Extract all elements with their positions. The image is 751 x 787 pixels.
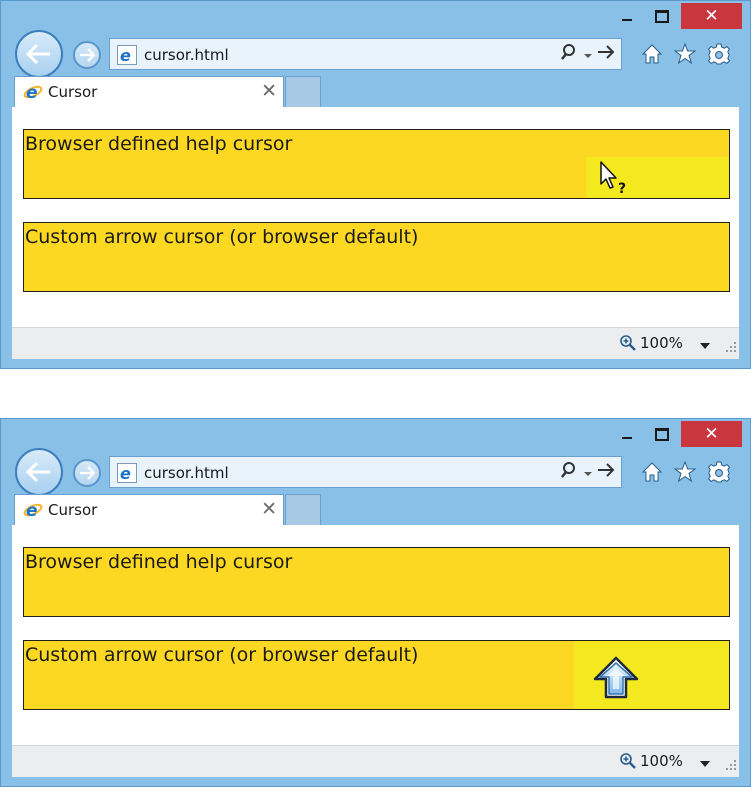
close-icon: ✕ (704, 5, 719, 26)
zoom-dropdown-icon[interactable] (699, 754, 711, 773)
close-window-button[interactable]: ✕ (681, 3, 742, 29)
svg-text:?: ? (618, 181, 626, 196)
forward-button[interactable] (73, 459, 101, 487)
custom-arrow-cursor-box[interactable]: Custom arrow cursor (or browser default) (23, 222, 730, 292)
close-icon: ✕ (704, 423, 719, 444)
box-label: Browser defined help cursor (25, 551, 293, 573)
go-arrow-icon[interactable] (597, 462, 615, 482)
ie-logo-icon: e (23, 82, 43, 106)
favorites-button[interactable] (672, 41, 698, 67)
star-icon (674, 43, 696, 65)
home-icon (641, 462, 663, 482)
address-bar[interactable]: e cursor.html (109, 456, 622, 488)
go-arrow-icon[interactable] (597, 44, 615, 64)
maximize-button[interactable] (645, 3, 679, 29)
box-label: Custom arrow cursor (or browser default) (25, 226, 419, 248)
browser-window-2: ✕ e cursor.html e Cursor ✕ Browser defin… (0, 418, 751, 787)
new-tab-button[interactable] (285, 494, 321, 525)
tab-close-icon[interactable]: ✕ (261, 80, 277, 102)
address-url[interactable]: cursor.html (144, 46, 229, 64)
resize-grip-icon[interactable] (725, 338, 737, 357)
svg-text:e: e (26, 83, 38, 102)
custom-arrow-cursor-box[interactable]: Custom arrow cursor (or browser default) (23, 640, 730, 710)
ie-page-icon: e (117, 463, 137, 483)
gear-icon (708, 461, 730, 483)
arrow-left-icon (26, 461, 50, 483)
zoom-dropdown-icon[interactable] (699, 336, 711, 355)
zoom-control[interactable]: 100% (619, 334, 683, 352)
svg-text:e: e (120, 46, 131, 64)
zoom-level: 100% (640, 752, 683, 770)
address-url[interactable]: cursor.html (144, 464, 229, 482)
custom-up-arrow-cursor-icon (593, 656, 639, 699)
minimize-icon (622, 437, 632, 439)
back-button[interactable] (15, 448, 63, 496)
tab-cursor[interactable]: e Cursor ✕ (14, 494, 284, 525)
tools-button[interactable] (706, 459, 732, 485)
close-window-button[interactable]: ✕ (681, 421, 742, 447)
maximize-button[interactable] (645, 421, 679, 447)
help-cursor-icon: ? (600, 161, 626, 196)
page-content: Browser defined help cursor Custom arrow… (12, 525, 739, 745)
minimize-button[interactable] (610, 421, 644, 447)
browser-window-1: ✕ e cursor.html e Cursor ✕ Browser defin… (0, 0, 751, 369)
home-button[interactable] (639, 459, 665, 485)
maximize-icon (655, 427, 669, 441)
help-cursor-box[interactable]: Browser defined help cursor ? (23, 129, 730, 199)
box-label: Custom arrow cursor (or browser default) (25, 644, 419, 666)
new-tab-button[interactable] (285, 76, 321, 107)
back-button[interactable] (15, 30, 63, 78)
status-bar: 100% (12, 327, 739, 359)
minimize-button[interactable] (610, 3, 644, 29)
gear-icon (708, 43, 730, 65)
tab-close-icon[interactable]: ✕ (261, 498, 277, 520)
arrow-left-icon (26, 43, 50, 65)
favorites-button[interactable] (672, 459, 698, 485)
home-icon (641, 44, 663, 64)
box-label: Browser defined help cursor (25, 133, 293, 155)
arrow-right-icon (80, 48, 95, 62)
search-icon[interactable] (561, 461, 579, 483)
help-cursor-box[interactable]: Browser defined help cursor (23, 547, 730, 617)
ie-logo-icon: e (23, 500, 43, 524)
zoom-icon (620, 753, 636, 769)
status-bar: 100% (12, 745, 739, 777)
minimize-icon (622, 19, 632, 21)
zoom-control[interactable]: 100% (619, 752, 683, 770)
zoom-icon (620, 335, 636, 351)
ie-page-icon: e (117, 45, 137, 65)
zoom-level: 100% (640, 334, 683, 352)
tab-title: Cursor (48, 501, 98, 519)
tools-button[interactable] (706, 41, 732, 67)
page-content: Browser defined help cursor ? Custom arr… (12, 107, 739, 327)
svg-text:e: e (120, 464, 131, 482)
forward-button[interactable] (73, 41, 101, 69)
home-button[interactable] (639, 41, 665, 67)
arrow-right-icon (80, 466, 95, 480)
resize-grip-icon[interactable] (725, 756, 737, 775)
tab-cursor[interactable]: e Cursor ✕ (14, 76, 284, 107)
search-icon[interactable] (561, 43, 579, 65)
svg-text:e: e (26, 501, 38, 520)
search-dropdown-icon[interactable] (583, 463, 593, 482)
star-icon (674, 461, 696, 483)
tab-title: Cursor (48, 83, 98, 101)
address-bar[interactable]: e cursor.html (109, 38, 622, 70)
maximize-icon (655, 9, 669, 23)
search-dropdown-icon[interactable] (583, 45, 593, 64)
